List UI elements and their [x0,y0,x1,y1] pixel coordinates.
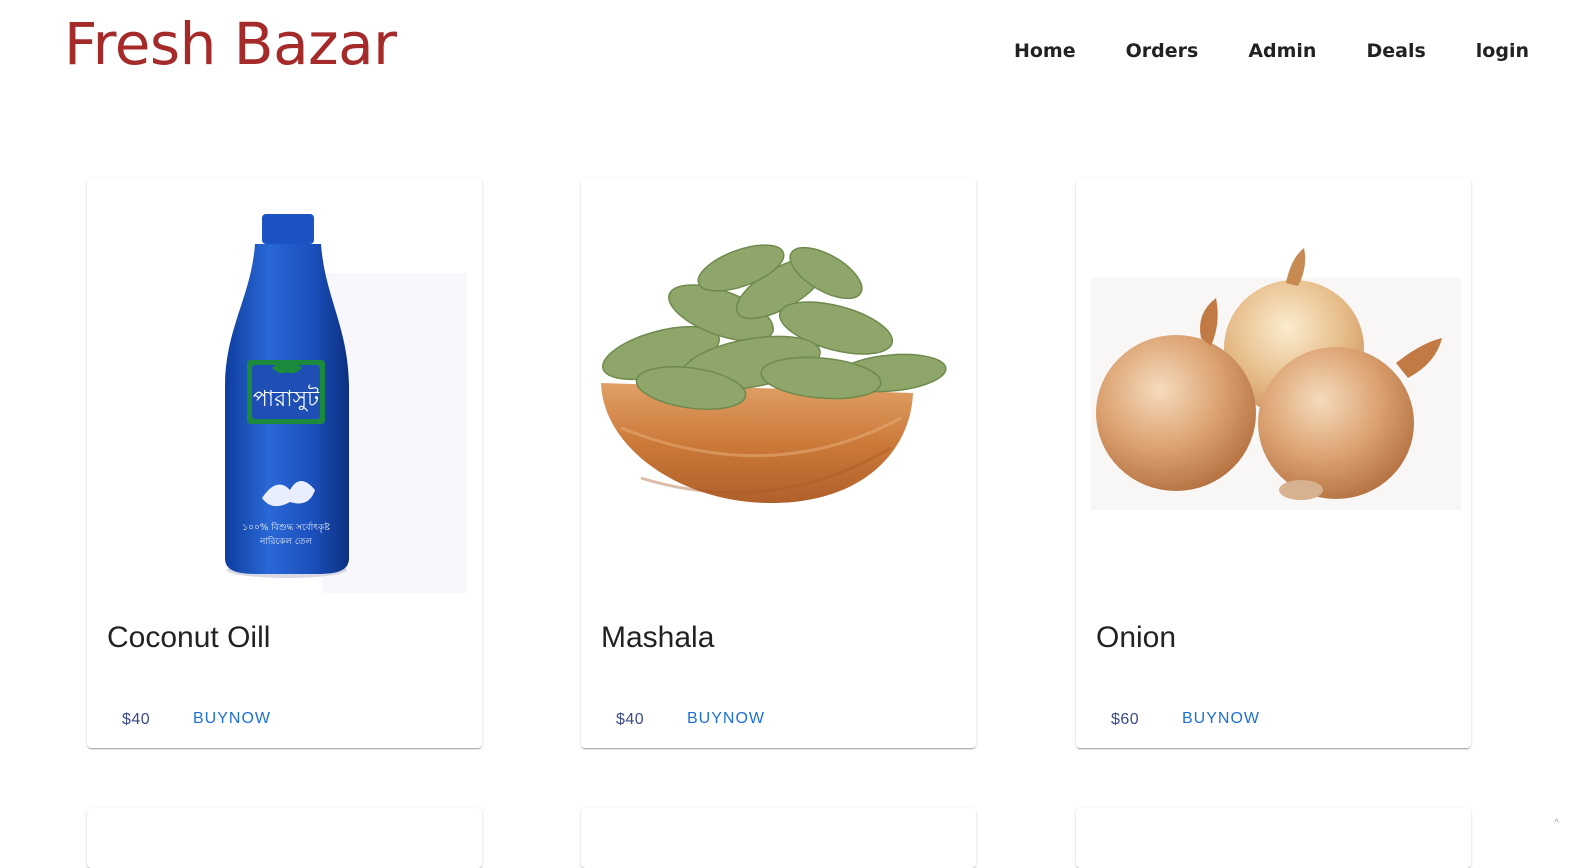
nav-login[interactable]: login [1476,38,1529,64]
product-image-onion [1076,178,1471,598]
scroll-up-icon[interactable]: ^ [1554,818,1559,829]
svg-text:পারাসুট: পারাসুট [253,385,320,412]
product-price: $40 [616,711,645,728]
product-image-mashala [581,178,976,598]
product-title: Onion [1096,621,1177,654]
nav-deals[interactable]: Deals [1366,38,1425,64]
nav-admin[interactable]: Admin [1248,38,1316,64]
product-card [581,808,976,868]
product-card: Onion $60 BUYNOW [1076,178,1471,748]
product-image-coconut-oil: পারাসুট ১০০% বিশুদ্ধ সর্বোৎকৃষ্ট নারিকেল… [87,178,482,598]
product-title: Mashala [601,621,715,654]
svg-text:১০০% বিশুদ্ধ সর্বোৎকৃষ্ট: ১০০% বিশুদ্ধ সর্বোৎকৃষ্ট [242,522,330,533]
nav-home[interactable]: Home [1014,38,1076,64]
product-card [87,808,482,868]
product-card: পারাসুট ১০০% বিশুদ্ধ সর্বোৎকৃষ্ট নারিকেল… [87,178,482,748]
product-price: $60 [1111,711,1140,728]
brand-logo[interactable]: Fresh Bazar [64,8,397,80]
main-nav: Home Orders Admin Deals login [964,38,1529,64]
product-card: Mashala $40 BUYNOW [581,178,976,748]
nav-orders[interactable]: Orders [1126,38,1199,64]
svg-text:নারিকেল তেল: নারিকেল তেল [259,536,312,547]
buy-now-button[interactable]: BUYNOW [1182,710,1260,728]
product-card [1076,808,1471,868]
buy-now-button[interactable]: BUYNOW [193,710,271,728]
buy-now-button[interactable]: BUYNOW [687,710,765,728]
product-price: $40 [122,711,151,728]
product-title: Coconut Oill [107,621,271,654]
